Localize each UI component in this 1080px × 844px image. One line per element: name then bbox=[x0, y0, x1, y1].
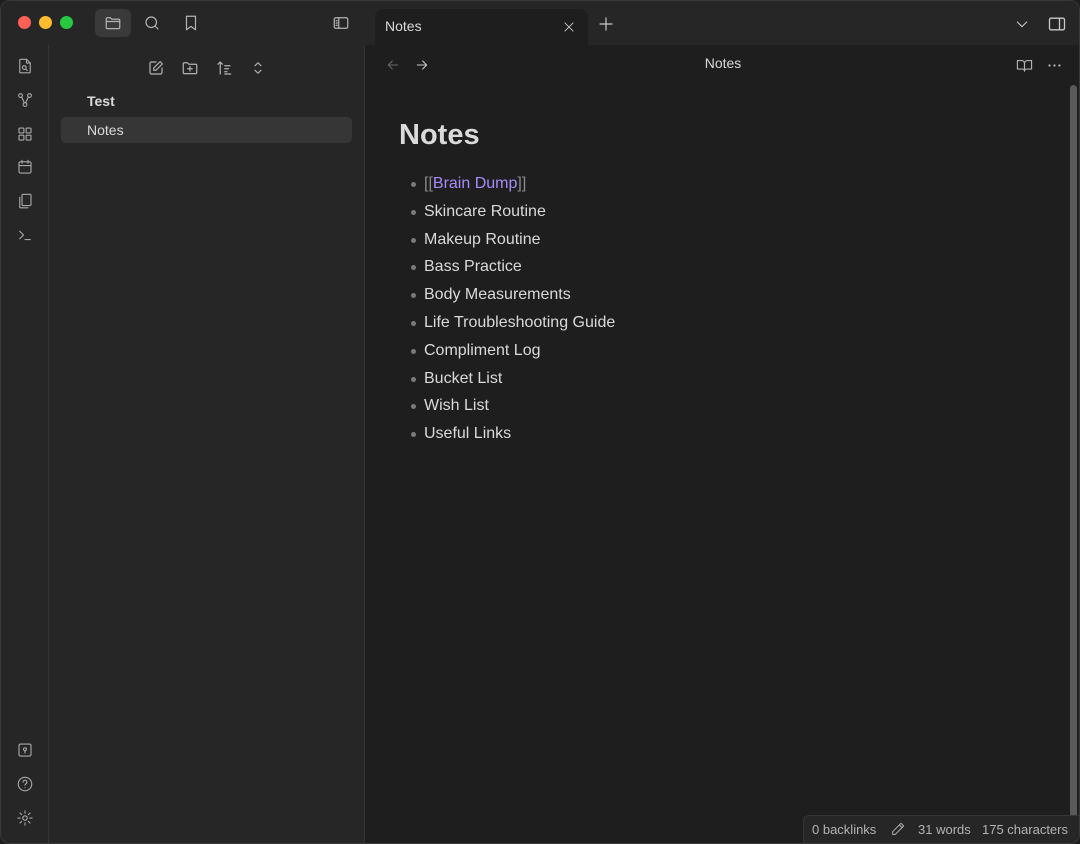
note-title[interactable]: Notes bbox=[399, 119, 480, 152]
word-count: 31 words bbox=[918, 822, 971, 837]
book-open-icon bbox=[1016, 57, 1033, 74]
daily-note-icon bbox=[16, 158, 34, 176]
graph-view-button[interactable] bbox=[13, 88, 37, 112]
canvas-icon bbox=[16, 125, 34, 143]
list-item-link[interactable]: [[Brain Dump]] bbox=[411, 171, 615, 199]
list-item[interactable]: Skincare Routine bbox=[411, 199, 615, 227]
bookmark-icon bbox=[182, 14, 200, 32]
tree-item-label: Test bbox=[87, 93, 115, 109]
zoom-window-button[interactable] bbox=[60, 16, 73, 29]
wikilink-close-brackets: ]] bbox=[517, 175, 527, 192]
new-folder-icon bbox=[181, 59, 199, 77]
sidebar-toggle-icon bbox=[332, 14, 350, 32]
templates-icon bbox=[16, 192, 34, 210]
list-item[interactable]: Bass Practice bbox=[411, 254, 615, 282]
more-horizontal-icon bbox=[1046, 57, 1063, 74]
toggle-right-sidebar-button[interactable] bbox=[1045, 12, 1069, 36]
list-item[interactable]: Useful Links bbox=[411, 421, 615, 449]
sort-button[interactable] bbox=[211, 55, 237, 81]
tab-notes[interactable]: Notes bbox=[375, 9, 588, 45]
daily-note-button[interactable] bbox=[13, 155, 37, 179]
close-tab-button[interactable] bbox=[560, 18, 578, 36]
wikilink-brain-dump[interactable]: Brain Dump bbox=[433, 175, 517, 192]
command-palette-button[interactable] bbox=[13, 223, 37, 247]
plus-icon bbox=[597, 15, 615, 33]
status-bar: 0 backlinks 31 words 175 characters bbox=[803, 815, 1079, 843]
canvas-button[interactable] bbox=[13, 122, 37, 146]
note-bullet-list: [[Brain Dump]] Skincare Routine Makeup R… bbox=[411, 171, 615, 449]
close-window-button[interactable] bbox=[18, 16, 31, 29]
tab-strip: Notes bbox=[365, 1, 1079, 45]
tree-item-notes[interactable]: Notes bbox=[61, 117, 352, 143]
list-item[interactable]: Wish List bbox=[411, 393, 615, 421]
editing-mode-icon[interactable] bbox=[890, 821, 906, 837]
list-item[interactable]: Bucket List bbox=[411, 366, 615, 394]
reading-view-button[interactable] bbox=[1012, 53, 1036, 77]
new-tab-button[interactable] bbox=[595, 13, 617, 35]
tree-item-label: Notes bbox=[87, 122, 124, 138]
folder-icon bbox=[104, 14, 122, 32]
list-item[interactable]: Compliment Log bbox=[411, 338, 615, 366]
open-quick-switcher-button[interactable] bbox=[13, 54, 37, 78]
new-folder-button[interactable] bbox=[177, 55, 203, 81]
character-count: 175 characters bbox=[982, 822, 1068, 837]
list-item[interactable]: Body Measurements bbox=[411, 282, 615, 310]
search-button[interactable] bbox=[134, 9, 170, 37]
vault-icon bbox=[16, 741, 34, 759]
tree-item-test[interactable]: Test bbox=[61, 88, 352, 114]
tab-list-button[interactable] bbox=[1011, 13, 1033, 35]
new-note-button[interactable] bbox=[143, 55, 169, 81]
close-icon bbox=[562, 20, 576, 34]
file-explorer: Test Notes bbox=[49, 45, 365, 843]
command-palette-icon bbox=[16, 226, 34, 244]
settings-button[interactable] bbox=[13, 806, 37, 830]
chevron-down-icon bbox=[1014, 16, 1030, 32]
graph-view-icon bbox=[16, 91, 34, 109]
title-bar-left bbox=[1, 1, 365, 45]
wikilink-open-brackets: [[ bbox=[424, 175, 433, 192]
backlinks-count[interactable]: 0 backlinks bbox=[812, 822, 876, 837]
list-item[interactable]: Makeup Routine bbox=[411, 227, 615, 255]
search-icon bbox=[143, 14, 161, 32]
ribbon bbox=[1, 45, 49, 843]
view-header-title[interactable]: Notes bbox=[365, 55, 1079, 71]
right-sidebar-icon bbox=[1047, 14, 1067, 34]
bookmarks-button[interactable] bbox=[173, 9, 209, 37]
settings-icon bbox=[16, 809, 34, 827]
help-icon bbox=[16, 775, 34, 793]
list-item[interactable]: Life Troubleshooting Guide bbox=[411, 310, 615, 338]
minimize-window-button[interactable] bbox=[39, 16, 52, 29]
tab-label: Notes bbox=[385, 18, 422, 34]
more-options-button[interactable] bbox=[1042, 53, 1066, 77]
open-quick-switcher-icon bbox=[16, 57, 34, 75]
toggle-left-sidebar-button[interactable] bbox=[323, 9, 359, 37]
editor-pane: Notes Notes [[Brain Dump]] Skincare Rout… bbox=[365, 45, 1079, 843]
collapse-all-button[interactable] bbox=[245, 55, 271, 81]
collapse-icon bbox=[249, 59, 267, 77]
editor-scrollbar[interactable] bbox=[1070, 85, 1077, 817]
vault-switcher-button[interactable] bbox=[13, 738, 37, 762]
sort-icon bbox=[215, 59, 233, 77]
app-window: Notes Test Notes Notes Notes [[Brain Dum… bbox=[0, 0, 1080, 844]
templates-button[interactable] bbox=[13, 189, 37, 213]
help-button[interactable] bbox=[13, 772, 37, 796]
new-note-icon bbox=[147, 59, 165, 77]
file-explorer-button[interactable] bbox=[95, 9, 131, 37]
